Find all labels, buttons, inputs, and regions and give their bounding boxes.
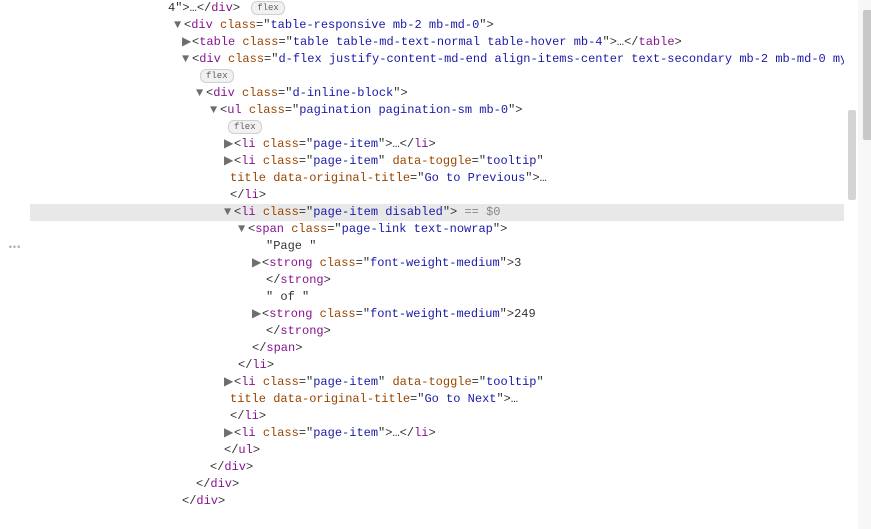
attr-name: class bbox=[263, 205, 299, 219]
attr-name: class bbox=[291, 222, 327, 236]
attr-value: page-item bbox=[313, 154, 378, 168]
expand-arrow-icon[interactable]: ▼ bbox=[224, 204, 234, 221]
selected-element-indicator: == $0 bbox=[457, 205, 500, 219]
expand-arrow-icon[interactable]: ▼ bbox=[238, 221, 248, 238]
flex-badge[interactable]: flex bbox=[228, 120, 262, 134]
attr-name: class bbox=[263, 154, 299, 168]
dom-node[interactable]: ▼<div class="d-inline-block"> bbox=[30, 85, 871, 102]
attr-name: data-toggle bbox=[392, 154, 471, 168]
dom-node-close[interactable]: </div> bbox=[30, 459, 871, 476]
dom-node-continued[interactable]: title data-original-title="Go to Previou… bbox=[30, 170, 871, 187]
dom-text: 4"> bbox=[168, 1, 190, 15]
ellipsis-indicator-icon: ••• bbox=[9, 242, 21, 252]
attr-value: Go to Previous bbox=[424, 171, 525, 185]
dom-text-node[interactable]: " of " bbox=[30, 289, 871, 306]
dom-node[interactable]: ▶<li class="page-item" data-toggle="tool… bbox=[30, 374, 871, 391]
attr-name: data-toggle bbox=[392, 375, 471, 389]
expand-arrow-icon[interactable]: ▶ bbox=[224, 136, 234, 153]
dom-node[interactable]: ▼<span class="page-link text-nowrap"> bbox=[30, 221, 871, 238]
attr-value: page-item bbox=[313, 137, 378, 151]
attr-value: table table-md-text-normal table-hover m… bbox=[293, 35, 603, 49]
dom-tree[interactable]: 4">…</div> flex ▼<div class="table-respo… bbox=[30, 0, 871, 529]
attr-value: pagination pagination-sm mb-0 bbox=[299, 103, 508, 117]
dom-node-continued[interactable]: title data-original-title="Go to Next">… bbox=[30, 391, 871, 408]
dom-node[interactable]: ▶<table class="table table-md-text-norma… bbox=[30, 34, 871, 51]
expand-arrow-icon[interactable]: ▶ bbox=[224, 374, 234, 391]
attr-name: data-original-title bbox=[273, 392, 410, 406]
attr-value: Go to Next bbox=[424, 392, 496, 406]
expand-arrow-icon[interactable]: ▼ bbox=[210, 102, 220, 119]
attr-name: class bbox=[320, 256, 356, 270]
dom-node[interactable]: ▼<ul class="pagination pagination-sm mb-… bbox=[30, 102, 871, 119]
attr-name: title bbox=[230, 171, 266, 185]
attr-value: table-responsive mb-2 mb-md-0 bbox=[270, 18, 479, 32]
attr-value: d-inline-block bbox=[292, 86, 393, 100]
dom-node-close[interactable]: </li> bbox=[30, 187, 871, 204]
dom-node[interactable]: ▶<strong class="font-weight-medium">3 bbox=[30, 255, 871, 272]
attr-name: class bbox=[242, 86, 278, 100]
dom-node[interactable]: ▶<li class="page-item" data-toggle="tool… bbox=[30, 153, 871, 170]
expand-arrow-icon[interactable]: ▼ bbox=[196, 85, 206, 102]
dom-node-close[interactable]: </li> bbox=[30, 357, 871, 374]
attr-name: data-original-title bbox=[273, 171, 410, 185]
attr-value: page-link text-nowrap bbox=[342, 222, 493, 236]
attr-value: tooltip bbox=[486, 375, 536, 389]
dom-node-close[interactable]: </strong> bbox=[30, 323, 871, 340]
attr-name: title bbox=[230, 392, 266, 406]
attr-value: page-item bbox=[313, 426, 378, 440]
dom-node-close[interactable]: </span> bbox=[30, 340, 871, 357]
dom-node-close[interactable]: </ul> bbox=[30, 442, 871, 459]
devtools-gutter: ••• bbox=[0, 0, 30, 529]
flex-badge[interactable]: flex bbox=[200, 69, 234, 83]
inner-scrollbar[interactable] bbox=[844, 0, 858, 529]
attr-name: class bbox=[263, 375, 299, 389]
dom-text-node[interactable]: "Page " bbox=[30, 238, 871, 255]
dom-text: 3 bbox=[514, 256, 521, 270]
attr-value: font-weight-medium bbox=[370, 256, 500, 270]
dom-string: " of " bbox=[266, 290, 309, 304]
dom-node-close[interactable]: </li> bbox=[30, 408, 871, 425]
dom-node[interactable]: ▶<strong class="font-weight-medium">249 bbox=[30, 306, 871, 323]
expand-arrow-icon[interactable]: ▼ bbox=[174, 17, 184, 34]
dom-node-selected[interactable]: ▼<li class="page-item disabled"> == $0 bbox=[30, 204, 871, 221]
dom-node[interactable]: ▼<div class="table-responsive mb-2 mb-md… bbox=[30, 17, 871, 34]
dom-string: "Page " bbox=[266, 239, 316, 253]
expand-arrow-icon[interactable]: ▶ bbox=[224, 153, 234, 170]
dom-node[interactable]: ▶<li class="page-item">…</li> bbox=[30, 136, 871, 153]
flex-badge[interactable]: flex bbox=[251, 1, 285, 15]
dom-badge-row: flex bbox=[30, 119, 871, 136]
attr-value: font-weight-medium bbox=[370, 307, 500, 321]
dom-node-close[interactable]: </div> bbox=[30, 476, 871, 493]
attr-value: d-flex justify-content-md-end align-item… bbox=[278, 52, 861, 66]
dom-node[interactable]: ▶<li class="page-item">…</li> bbox=[30, 425, 871, 442]
dom-ellipsis: … bbox=[190, 1, 197, 15]
expand-arrow-icon[interactable]: ▼ bbox=[182, 51, 192, 68]
dom-text: 249 bbox=[514, 307, 536, 321]
dom-node[interactable]: ▼<div class="d-flex justify-content-md-e… bbox=[30, 51, 871, 68]
attr-name: class bbox=[220, 18, 256, 32]
dom-node-close[interactable]: </div> bbox=[30, 493, 871, 510]
expand-arrow-icon[interactable]: ▶ bbox=[252, 255, 262, 272]
attr-value: tooltip bbox=[486, 154, 536, 168]
scrollbar-thumb[interactable] bbox=[848, 110, 856, 200]
dom-node[interactable]: 4">…</div> flex bbox=[30, 0, 871, 17]
outer-scrollbar[interactable] bbox=[858, 0, 871, 529]
scrollbar-thumb[interactable] bbox=[863, 10, 871, 140]
attr-name: class bbox=[249, 103, 285, 117]
attr-name: class bbox=[228, 52, 264, 66]
dom-badge-row: flex bbox=[30, 68, 871, 85]
devtools-elements-panel: ••• 4">…</div> flex ▼<div class="table-r… bbox=[0, 0, 871, 529]
attr-value: page-item disabled bbox=[313, 205, 443, 219]
expand-arrow-icon[interactable]: ▶ bbox=[252, 306, 262, 323]
attr-name: class bbox=[320, 307, 356, 321]
attr-name: class bbox=[242, 35, 278, 49]
attr-name: class bbox=[263, 426, 299, 440]
dom-node-close[interactable]: </strong> bbox=[30, 272, 871, 289]
attr-name: class bbox=[263, 137, 299, 151]
attr-value: page-item bbox=[313, 375, 378, 389]
expand-arrow-icon[interactable]: ▶ bbox=[224, 425, 234, 442]
expand-arrow-icon[interactable]: ▶ bbox=[182, 34, 192, 51]
